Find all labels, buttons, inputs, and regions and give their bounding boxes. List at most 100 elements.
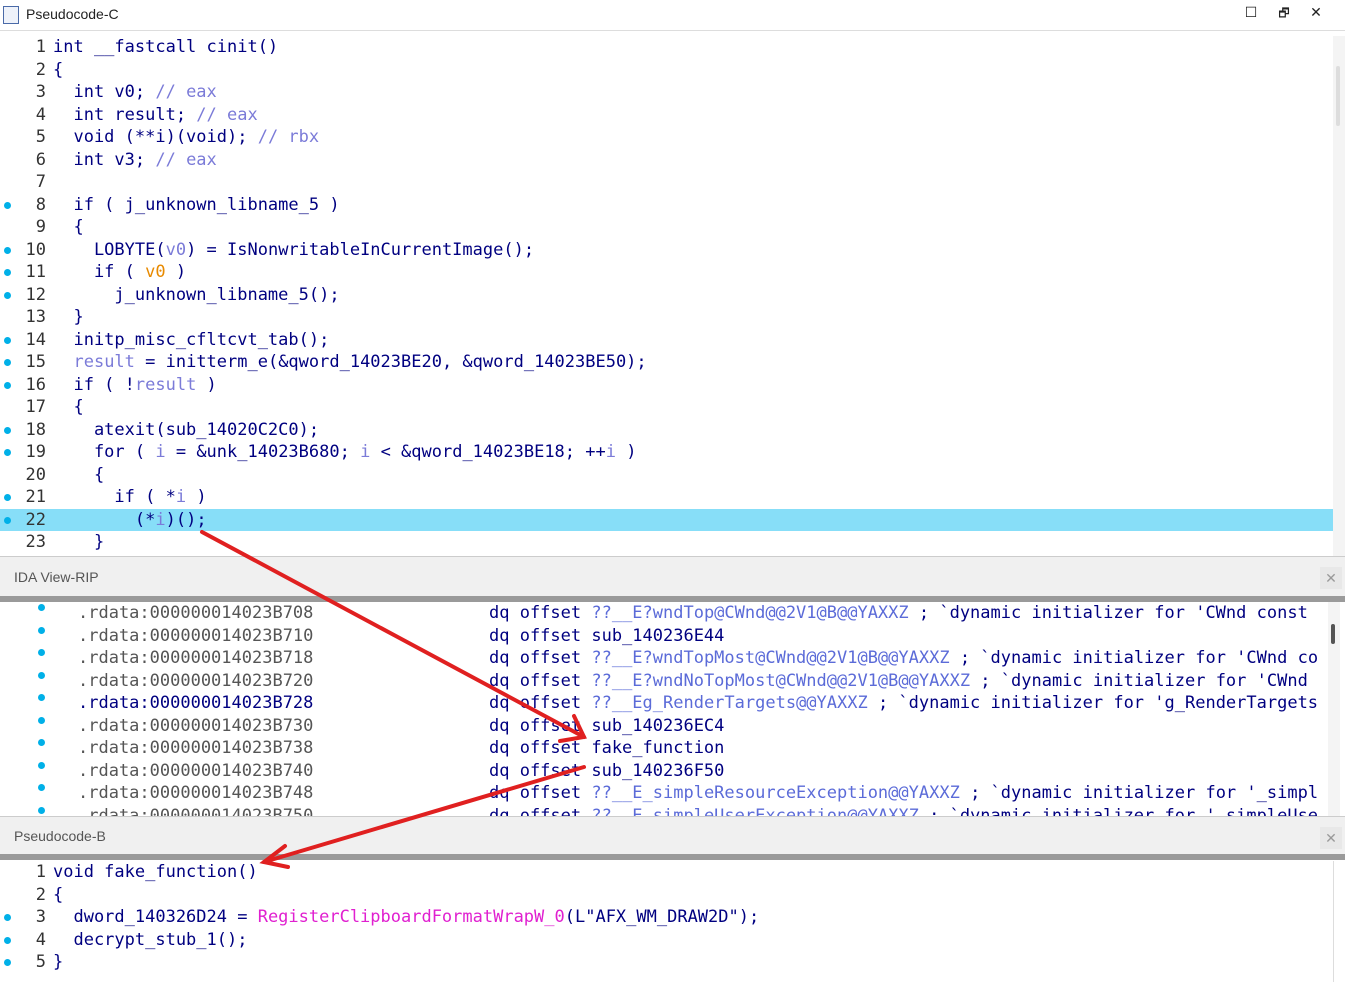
ida-instruction[interactable]: dq offset ??__Eg_RenderTargets@@YAXXZ ; … bbox=[489, 692, 1318, 715]
code-text[interactable]: int v0; // eax bbox=[53, 81, 216, 104]
ida-address[interactable]: .rdata:000000014023B750 bbox=[78, 805, 313, 817]
code-text[interactable]: if ( *i ) bbox=[53, 486, 206, 509]
pseudocode-b-line-4[interactable]: 4 decrypt_stub_1(); bbox=[0, 929, 1333, 952]
pseudocode-c-line-22[interactable]: 22 (*i)(); bbox=[0, 508, 1333, 532]
pseudocode-c-code[interactable]: 1 int __fastcall cinit() 2{3 int v0; // ea… bbox=[0, 36, 1333, 556]
pseudocode-c-line-17[interactable]: 17 { bbox=[0, 396, 1333, 419]
code-text[interactable]: { bbox=[53, 396, 83, 419]
ida-listing-row[interactable]: .rdata:000000014023B740 dq offset sub_140… bbox=[0, 760, 1323, 783]
pseudocode-c-line-12[interactable]: 12 j_unknown_libname_5(); bbox=[0, 284, 1333, 307]
ida-view-close-button[interactable]: ✕ bbox=[1320, 567, 1342, 589]
code-text[interactable]: { bbox=[53, 216, 83, 239]
pseudocode-b-separator bbox=[0, 854, 1345, 860]
ida-address[interactable]: .rdata:000000014023B708 bbox=[78, 602, 313, 625]
pseudocode-b-close-button[interactable]: ✕ bbox=[1320, 827, 1342, 849]
pseudocode-c-line-16[interactable]: 16 if ( !result ) bbox=[0, 374, 1333, 397]
code-text[interactable]: if ( v0 ) bbox=[53, 261, 186, 284]
ida-instruction[interactable]: dq offset sub_140236E44 bbox=[489, 625, 724, 648]
pseudocode-c-line-18[interactable]: 18 atexit(sub_14020C2C0); bbox=[0, 419, 1333, 442]
code-text[interactable]: result = initterm_e(&qword_14023BE20, &q… bbox=[53, 351, 646, 374]
pseudocode-c-scrollbar[interactable] bbox=[1333, 36, 1345, 556]
pseudocode-b-code[interactable]: 1 void fake_function() 2{3 dword_140326D24… bbox=[0, 861, 1333, 982]
ida-address[interactable]: .rdata:000000014023B728 bbox=[78, 692, 313, 715]
pseudocode-c-line-11[interactable]: 11 if ( v0 ) bbox=[0, 261, 1333, 284]
ida-address[interactable]: .rdata:000000014023B720 bbox=[78, 670, 313, 693]
code-text[interactable]: } bbox=[53, 951, 63, 974]
ida-instruction[interactable]: dq offset ??__E_simpleUserException@@YAX… bbox=[489, 805, 1318, 817]
code-text[interactable]: for ( i = &unk_14023B680; i < &qword_140… bbox=[53, 441, 637, 464]
ida-view-scrollbar[interactable] bbox=[1328, 602, 1340, 816]
code-text[interactable]: (*i)(); bbox=[53, 509, 207, 532]
pseudocode-c-line-7[interactable]: 7 bbox=[0, 171, 1333, 194]
pseudocode-c-line-3[interactable]: 3 int v0; // eax bbox=[0, 81, 1333, 104]
code-text[interactable]: atexit(sub_14020C2C0); bbox=[53, 419, 319, 442]
ida-address[interactable]: .rdata:000000014023B730 bbox=[78, 715, 313, 738]
pseudocode-c-line-19[interactable]: 19 for ( i = &unk_14023B680; i < &qword_… bbox=[0, 441, 1333, 464]
code-text[interactable]: } bbox=[53, 531, 104, 554]
pseudocode-c-line-1[interactable]: 1 int __fastcall cinit() bbox=[0, 36, 1333, 59]
ida-view-listing[interactable]: .rdata:000000014023B708 dq offset ??__E?w… bbox=[0, 602, 1345, 816]
code-text[interactable]: { bbox=[53, 884, 63, 907]
pseudocode-c-line-4[interactable]: 4 int result; // eax bbox=[0, 104, 1333, 127]
code-text[interactable]: int result; // eax bbox=[53, 104, 257, 127]
ida-listing-row[interactable]: .rdata:000000014023B728 dq offset ??__Eg_… bbox=[0, 692, 1323, 715]
ida-listing-row[interactable]: .rdata:000000014023B750 dq offset ??__E_s… bbox=[0, 805, 1323, 817]
pseudocode-b-scrollbar bbox=[1333, 861, 1345, 982]
scrollbar-thumb[interactable] bbox=[1336, 66, 1340, 126]
pseudocode-c-line-9[interactable]: 9 { bbox=[0, 216, 1333, 239]
code-text[interactable]: if ( !result ) bbox=[53, 374, 216, 397]
ida-instruction[interactable]: dq offset ??__E?wndTop@CWnd@@2V1@B@@YAXX… bbox=[489, 602, 1308, 625]
ida-address[interactable]: .rdata:000000014023B738 bbox=[78, 737, 313, 760]
ida-instruction[interactable]: dq offset ??__E?wndNoTopMost@CWnd@@2V1@B… bbox=[489, 670, 1308, 693]
restore-button[interactable]: 🗗 bbox=[1274, 4, 1294, 24]
ida-instruction[interactable]: dq offset fake_function bbox=[489, 737, 724, 760]
pseudocode-c-line-5[interactable]: 5 void (**i)(void); // rbx bbox=[0, 126, 1333, 149]
ida-address[interactable]: .rdata:000000014023B710 bbox=[78, 625, 313, 648]
code-text[interactable]: LOBYTE(v0) = IsNonwritableInCurrentImage… bbox=[53, 239, 534, 262]
pseudocode-b-line-2[interactable]: 2{ bbox=[0, 884, 1333, 907]
ida-listing-row[interactable]: .rdata:000000014023B730 dq offset sub_140… bbox=[0, 715, 1323, 738]
code-text[interactable]: void (**i)(void); // rbx bbox=[53, 126, 319, 149]
code-text[interactable]: { bbox=[53, 464, 104, 487]
ida-listing-row[interactable]: .rdata:000000014023B710 dq offset sub_140… bbox=[0, 625, 1323, 648]
pseudocode-c-line-10[interactable]: 10 LOBYTE(v0) = IsNonwritableInCurrentIm… bbox=[0, 239, 1333, 262]
pseudocode-c-line-14[interactable]: 14 initp_misc_cfltcvt_tab(); bbox=[0, 329, 1333, 352]
pseudocode-b-line-1[interactable]: 1 void fake_function() bbox=[0, 861, 1333, 884]
ida-listing-row[interactable]: .rdata:000000014023B748 dq offset ??__E_s… bbox=[0, 782, 1323, 805]
pseudocode-c-line-20[interactable]: 20 { bbox=[0, 464, 1333, 487]
code-text[interactable]: dword_140326D24 = RegisterClipboardForma… bbox=[53, 906, 759, 929]
code-text[interactable]: if ( j_unknown_libname_5 ) bbox=[53, 194, 339, 217]
pseudocode-c-line-23[interactable]: 23 } bbox=[0, 531, 1333, 554]
close-button[interactable]: ✕ bbox=[1306, 4, 1326, 24]
ida-listing-row[interactable]: .rdata:000000014023B738 dq offset fake_fu… bbox=[0, 737, 1323, 760]
pseudocode-c-line-6[interactable]: 6 int v3; // eax bbox=[0, 149, 1333, 172]
pseudocode-c-line-13[interactable]: 13 } bbox=[0, 306, 1333, 329]
ida-instruction[interactable]: dq offset sub_140236F50 bbox=[489, 760, 724, 783]
ida-listing-row[interactable]: .rdata:000000014023B708 dq offset ??__E?w… bbox=[0, 602, 1323, 625]
ida-listing-row[interactable]: .rdata:000000014023B720 dq offset ??__E?w… bbox=[0, 670, 1323, 693]
code-text[interactable]: void fake_function() bbox=[53, 861, 258, 884]
code-text[interactable]: decrypt_stub_1(); bbox=[53, 929, 247, 952]
code-text[interactable]: int __fastcall cinit() bbox=[53, 36, 278, 59]
pseudocode-c-line-8[interactable]: 8 if ( j_unknown_libname_5 ) bbox=[0, 194, 1333, 217]
pseudocode-c-line-2[interactable]: 2{ bbox=[0, 59, 1333, 82]
code-text[interactable]: int v3; // eax bbox=[53, 149, 216, 172]
pseudocode-b-line-3[interactable]: 3 dword_140326D24 = RegisterClipboardFor… bbox=[0, 906, 1333, 929]
ida-listing-row[interactable]: .rdata:000000014023B718 dq offset ??__E?w… bbox=[0, 647, 1323, 670]
code-text[interactable]: j_unknown_libname_5(); bbox=[53, 284, 339, 307]
pseudocode-c-line-15[interactable]: 15 result = initterm_e(&qword_14023BE20,… bbox=[0, 351, 1333, 374]
ida-instruction[interactable]: dq offset ??__E?wndTopMost@CWnd@@2V1@B@@… bbox=[489, 647, 1318, 670]
ida-address[interactable]: .rdata:000000014023B718 bbox=[78, 647, 313, 670]
ida-instruction[interactable]: dq offset ??__E_simpleResourceException@… bbox=[489, 782, 1318, 805]
code-text[interactable]: } bbox=[53, 306, 83, 329]
ida-view-titlebar: IDA View-RIP ✕ bbox=[0, 556, 1345, 597]
maximize-button[interactable]: ☐ bbox=[1241, 4, 1261, 24]
pseudocode-b-line-5[interactable]: 5} bbox=[0, 951, 1333, 974]
ida-address[interactable]: .rdata:000000014023B740 bbox=[78, 760, 313, 783]
pseudocode-c-line-21[interactable]: 21 if ( *i ) bbox=[0, 486, 1333, 509]
ida-instruction[interactable]: dq offset sub_140236EC4 bbox=[489, 715, 724, 738]
ida-address[interactable]: .rdata:000000014023B748 bbox=[78, 782, 313, 805]
code-text[interactable]: initp_misc_cfltcvt_tab(); bbox=[53, 329, 329, 352]
scrollbar-thumb[interactable] bbox=[1331, 624, 1335, 644]
code-text[interactable]: { bbox=[53, 59, 63, 82]
